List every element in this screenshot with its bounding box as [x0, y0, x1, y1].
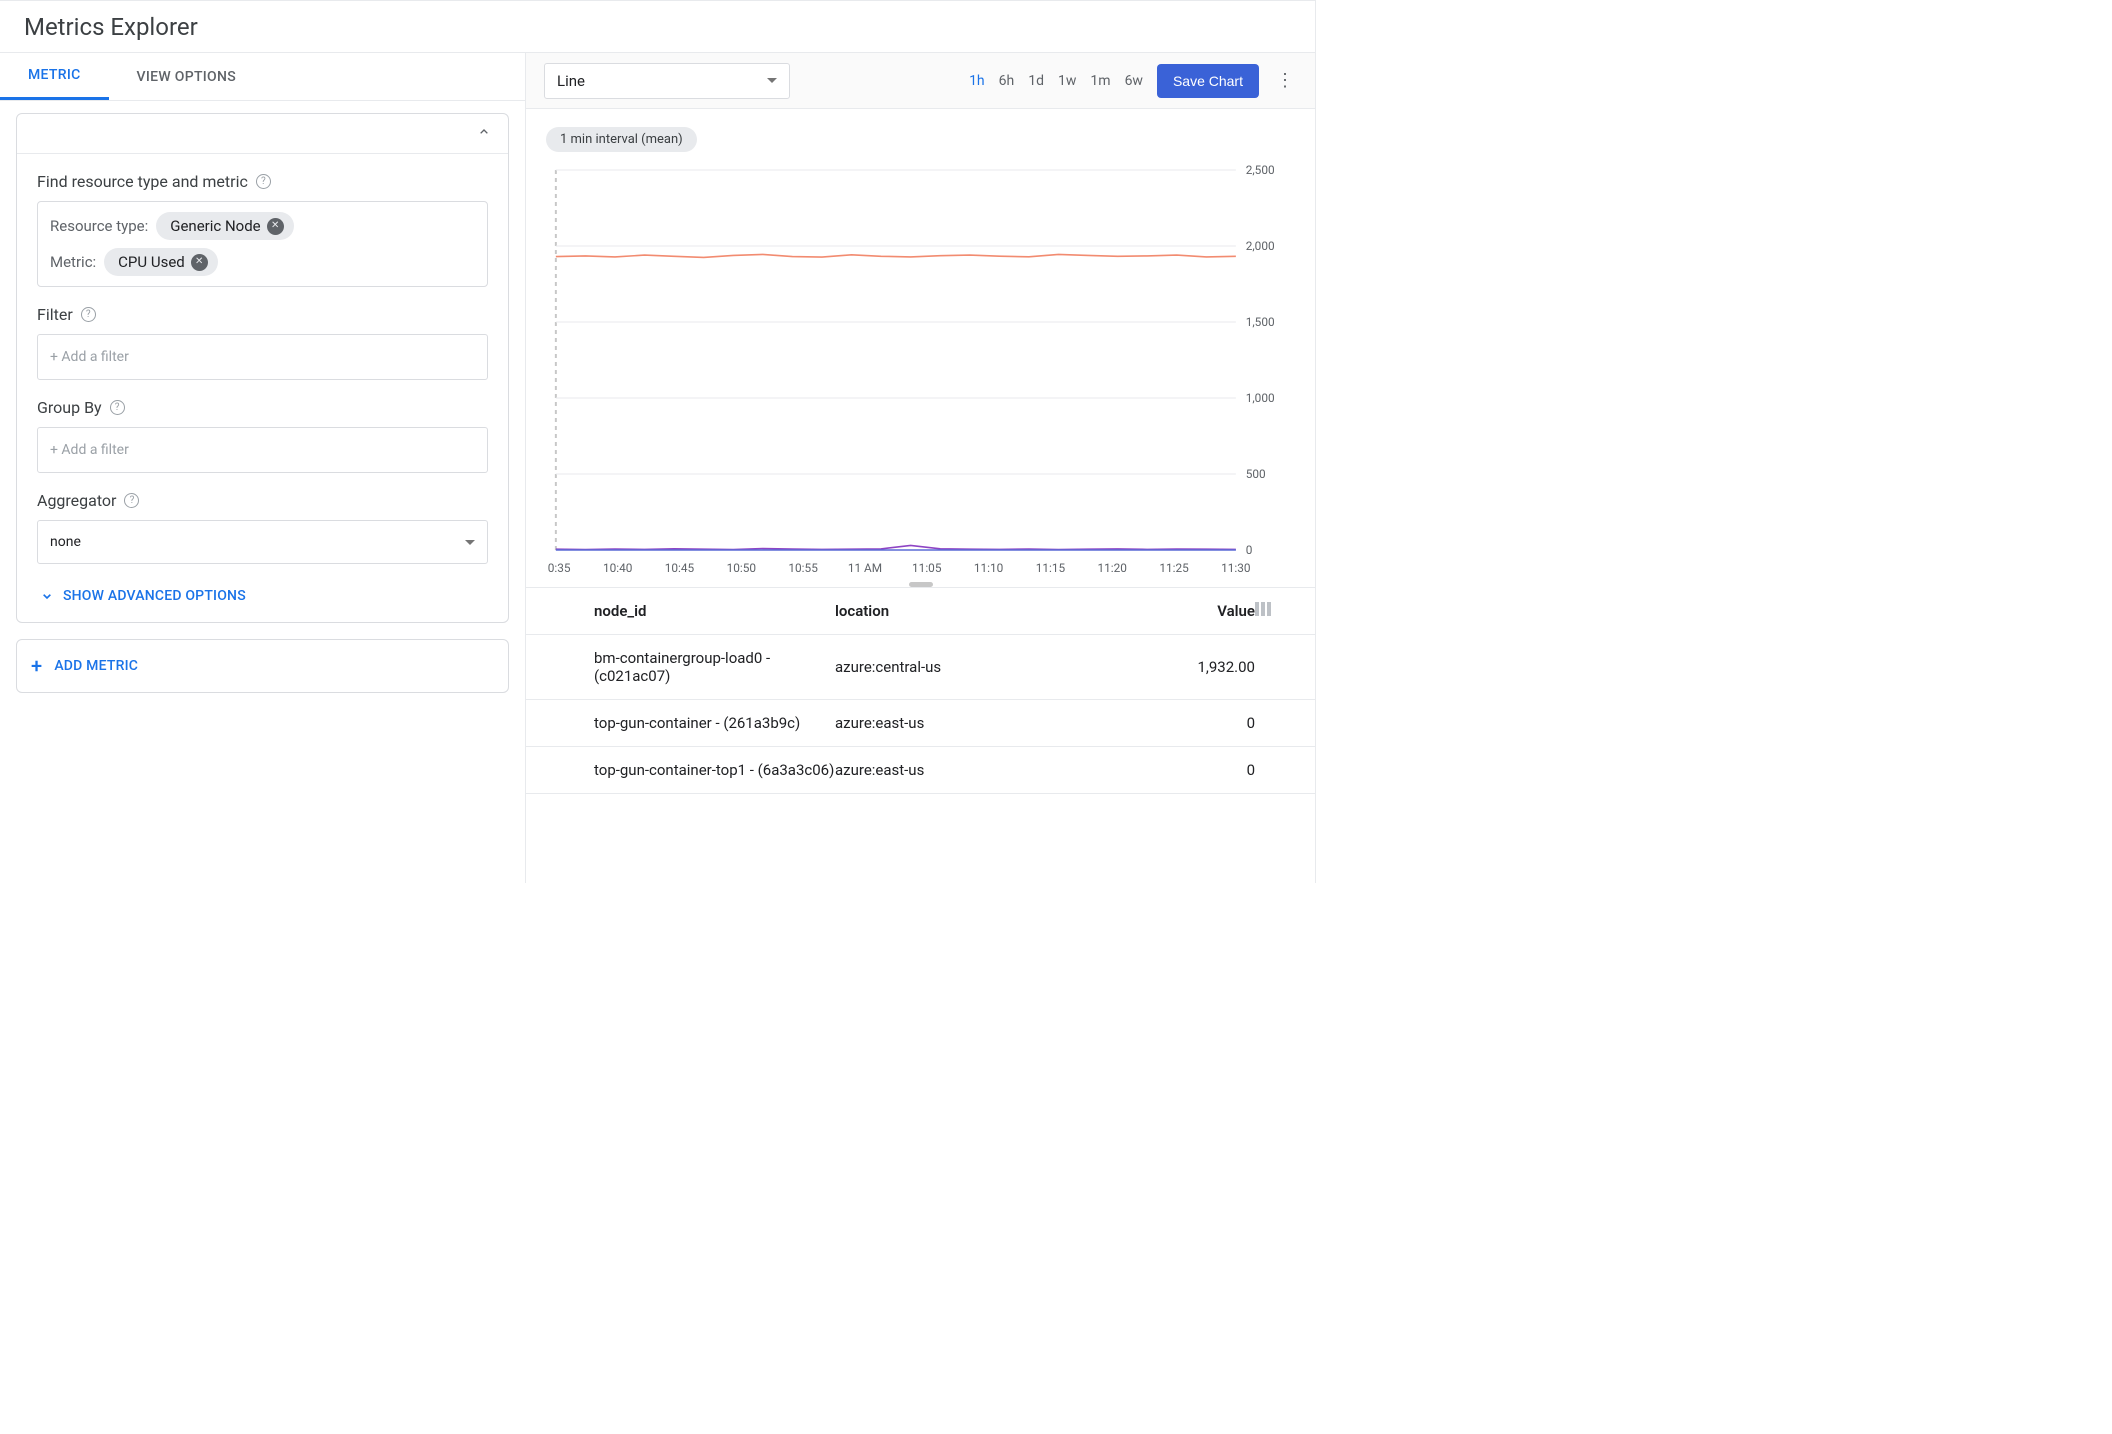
legend-value: 0: [1115, 761, 1255, 779]
svg-text:0: 0: [1246, 543, 1253, 557]
help-icon[interactable]: ?: [124, 493, 139, 508]
metric-panel: Find resource type and metric ? Resource…: [16, 113, 509, 623]
time-range-1m[interactable]: 1m: [1090, 73, 1110, 89]
legend-node-id: bm-containergroup-load0 - (c021ac07): [594, 649, 835, 685]
help-icon[interactable]: ?: [81, 307, 96, 322]
sidebar: METRIC VIEW OPTIONS Find resource type a…: [0, 53, 526, 883]
aggregator-select[interactable]: none: [37, 520, 488, 564]
caret-down-icon: [465, 540, 475, 545]
svg-text:1,000: 1,000: [1246, 391, 1275, 405]
svg-text:10:50: 10:50: [727, 561, 757, 575]
remove-resource-type-icon[interactable]: ✕: [267, 218, 284, 235]
plus-icon: +: [31, 656, 42, 676]
tab-view-options[interactable]: VIEW OPTIONS: [109, 53, 264, 100]
columns-icon[interactable]: [1255, 602, 1295, 620]
legend-header: node_id location Value: [526, 588, 1315, 635]
legend-node-id: top-gun-container - (261a3b9c): [594, 714, 835, 732]
metric-chip[interactable]: CPU Used ✕: [104, 248, 218, 276]
legend-location: azure:east-us: [835, 714, 1115, 732]
resource-type-chip[interactable]: Generic Node ✕: [156, 212, 293, 240]
collapse-panel-icon[interactable]: [476, 124, 492, 144]
legend-value: 0: [1115, 714, 1255, 732]
svg-text:11:10: 11:10: [974, 561, 1004, 575]
aggregator-label: Aggregator ?: [37, 491, 488, 510]
svg-text:500: 500: [1246, 467, 1266, 481]
svg-text:10:35: 10:35: [546, 561, 571, 575]
legend-row[interactable]: top-gun-container-top1 - (6a3a3c06)azure…: [526, 747, 1315, 794]
chart[interactable]: 0 500 1,000 1,500 2,000 2,500 10:35 10:40 10:45 1…: [546, 160, 1295, 580]
help-icon[interactable]: ?: [110, 400, 125, 415]
legend-row[interactable]: top-gun-container - (261a3b9c)azure:east…: [526, 700, 1315, 747]
remove-metric-icon[interactable]: ✕: [191, 254, 208, 271]
legend-location: azure:central-us: [835, 658, 1115, 676]
svg-text:1,500: 1,500: [1246, 315, 1275, 329]
legend-location: azure:east-us: [835, 761, 1115, 779]
svg-text:2,500: 2,500: [1246, 163, 1275, 177]
time-range-6w[interactable]: 6w: [1125, 73, 1143, 89]
caret-down-icon: [767, 78, 777, 83]
time-range-1w[interactable]: 1w: [1058, 73, 1076, 89]
chevron-down-icon: [39, 588, 55, 604]
tab-metric[interactable]: METRIC: [0, 53, 109, 100]
group-by-label: Group By ?: [37, 398, 488, 417]
more-options-icon[interactable]: ⋮: [1273, 70, 1297, 91]
svg-text:11:15: 11:15: [1036, 561, 1066, 575]
resource-metric-box: Resource type: Generic Node ✕ Metric: CP…: [37, 201, 488, 287]
page-title: Metrics Explorer: [24, 13, 198, 41]
toolbar: Line 1h 6h 1d 1w 1m 6w Save Chart ⋮: [526, 53, 1315, 109]
svg-text:11:20: 11:20: [1098, 561, 1128, 575]
col-node-id[interactable]: node_id: [594, 602, 835, 620]
svg-text:11:05: 11:05: [912, 561, 942, 575]
time-range-1d[interactable]: 1d: [1028, 73, 1044, 89]
time-range-1h[interactable]: 1h: [969, 73, 985, 89]
tabs: METRIC VIEW OPTIONS: [0, 53, 525, 101]
legend-value: 1,932.00: [1115, 658, 1255, 676]
svg-text:10:40: 10:40: [603, 561, 633, 575]
col-value[interactable]: Value: [1115, 602, 1255, 620]
interval-chip: 1 min interval (mean): [546, 127, 697, 152]
filter-input[interactable]: + Add a filter: [37, 334, 488, 380]
main: Line 1h 6h 1d 1w 1m 6w Save Chart ⋮ 1 min int…: [526, 53, 1315, 883]
header: Metrics Explorer: [0, 1, 1315, 53]
save-chart-button[interactable]: Save Chart: [1157, 64, 1259, 98]
help-icon[interactable]: ?: [256, 174, 271, 189]
svg-text:2,000: 2,000: [1246, 239, 1275, 253]
svg-text:11 AM: 11 AM: [848, 561, 882, 575]
group-by-input[interactable]: + Add a filter: [37, 427, 488, 473]
legend-row[interactable]: bm-containergroup-load0 - (c021ac07)azur…: [526, 635, 1315, 700]
svg-text:10:55: 10:55: [788, 561, 818, 575]
time-range: 1h 6h 1d 1w 1m 6w: [969, 73, 1143, 89]
svg-text:11:30: 11:30: [1221, 561, 1251, 575]
add-metric-button[interactable]: + ADD METRIC: [16, 639, 509, 693]
legend-node-id: top-gun-container-top1 - (6a3a3c06): [594, 761, 835, 779]
show-advanced-options[interactable]: SHOW ADVANCED OPTIONS: [37, 582, 488, 614]
filter-label: Filter ?: [37, 305, 488, 324]
svg-text:11:25: 11:25: [1159, 561, 1189, 575]
svg-text:10:45: 10:45: [665, 561, 695, 575]
col-location[interactable]: location: [835, 602, 1115, 620]
metric-label: Metric:: [50, 253, 96, 271]
chart-type-select[interactable]: Line: [544, 63, 790, 99]
find-label: Find resource type and metric ?: [37, 172, 488, 191]
time-range-6h[interactable]: 6h: [999, 73, 1015, 89]
resource-type-label: Resource type:: [50, 217, 148, 235]
legend: node_id location Value bm-containergroup…: [526, 587, 1315, 794]
